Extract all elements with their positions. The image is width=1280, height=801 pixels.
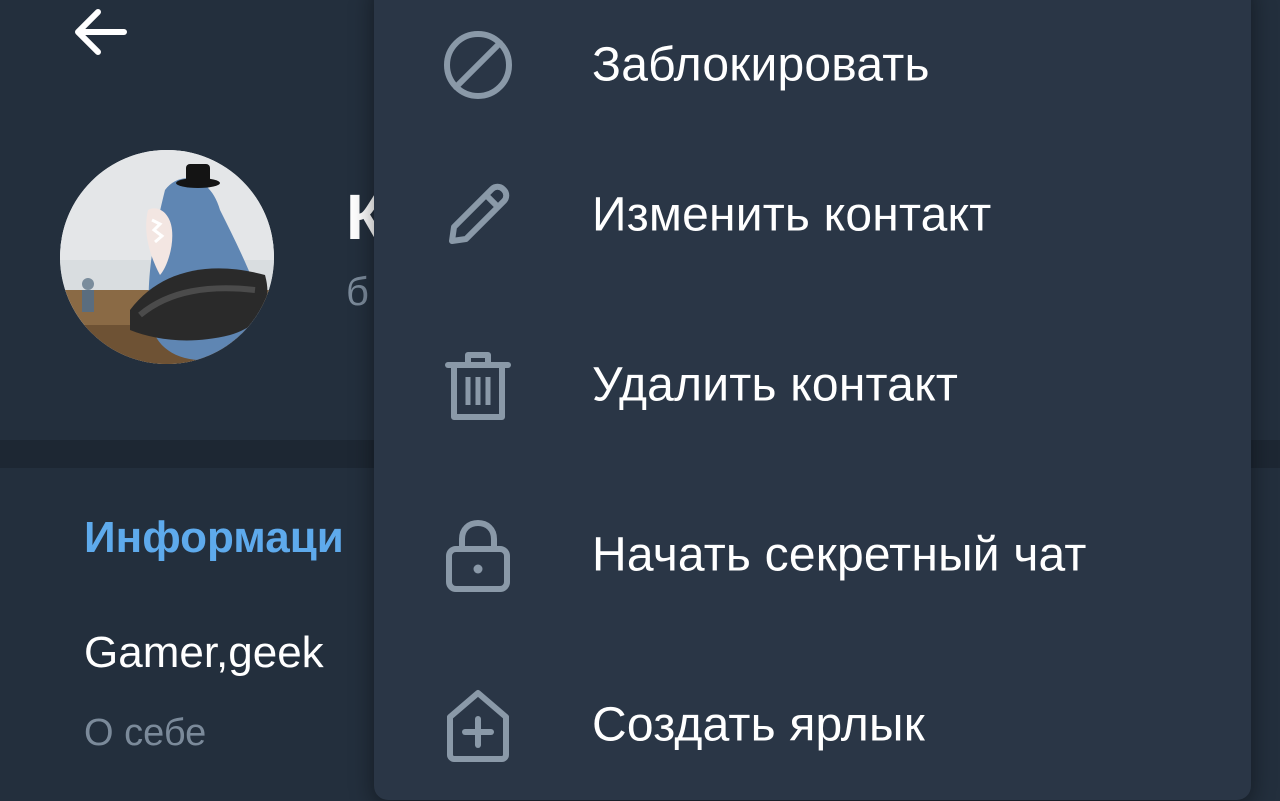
info-section-title: Информаци [84,513,344,562]
contact-profile-screen: К б Информаци Gamer,geek О себе Заблокир… [0,0,1280,801]
avatar[interactable] [60,150,274,364]
pencil-icon [440,177,516,253]
menu-item-edit-contact[interactable]: Изменить контакт [374,130,1251,300]
back-button[interactable] [58,0,142,64]
menu-item-label: Начать секретный чат [592,528,1087,582]
menu-item-label: Создать ярлык [592,698,925,752]
menu-item-create-shortcut[interactable]: Создать ярлык [374,640,1251,801]
block-icon [440,27,516,103]
menu-item-label: Заблокировать [592,38,930,92]
trash-icon [440,347,516,423]
profile-status: б [346,270,369,314]
menu-item-delete-contact[interactable]: Удалить контакт [374,300,1251,470]
avatar-image [60,150,274,364]
bio-value[interactable]: Gamer,geek [84,628,324,678]
menu-item-label: Удалить контакт [592,358,958,412]
add-shortcut-icon [440,687,516,763]
menu-item-block[interactable]: Заблокировать [374,0,1251,150]
lock-icon [440,517,516,593]
bio-label: О себе [84,712,207,754]
menu-item-secret-chat[interactable]: Начать секретный чат [374,470,1251,640]
arrow-left-icon [75,9,127,55]
contact-options-menu: Заблокировать Изменить контакт Удалить к… [374,0,1251,800]
menu-item-label: Изменить контакт [592,188,992,242]
